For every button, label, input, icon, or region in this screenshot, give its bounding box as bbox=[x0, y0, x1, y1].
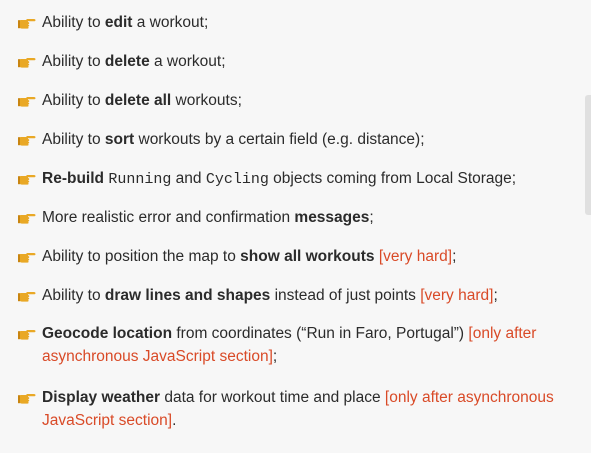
plain-text: ; bbox=[452, 248, 457, 265]
plain-text: and bbox=[171, 170, 206, 187]
list-item-text: Ability to delete a workout; bbox=[42, 50, 578, 73]
emphasis-text: draw lines and shapes bbox=[104, 287, 271, 304]
plain-text: workouts; bbox=[171, 92, 242, 109]
plain-text: . bbox=[172, 412, 177, 429]
difficulty-note: [very hard] bbox=[378, 248, 453, 265]
list-item-text: Re-build Running and Cycling objects com… bbox=[42, 167, 578, 191]
list-item-text: Ability to delete all workouts; bbox=[42, 89, 578, 112]
slide-edge bbox=[585, 95, 591, 215]
emphasis-text: Geocode location bbox=[42, 325, 173, 342]
pointing-hand-icon bbox=[18, 97, 36, 107]
plain-text: Ability to position the map to bbox=[42, 248, 241, 265]
plain-text: workouts by a certain field (e.g. distan… bbox=[134, 131, 425, 148]
emphasis-text: delete bbox=[104, 53, 150, 70]
pointing-hand-icon bbox=[18, 58, 36, 68]
emphasis-text: Display weather bbox=[42, 389, 161, 406]
plain-text: Ability to bbox=[42, 14, 105, 31]
plain-text: a workout; bbox=[149, 53, 226, 70]
plain-text: More realistic error and confirmation bbox=[42, 209, 295, 226]
plain-text: instead of just points bbox=[270, 287, 421, 304]
plain-text: Ability to bbox=[42, 53, 105, 70]
list-item-text: Ability to sort workouts by a certain fi… bbox=[42, 128, 578, 151]
plain-text: ; bbox=[272, 348, 278, 365]
pointing-hand-icon bbox=[18, 330, 36, 340]
plain-text: data for workout time and place bbox=[160, 389, 385, 406]
list-item-text: Ability to edit a workout; bbox=[42, 11, 578, 34]
emphasis-text: Re-build bbox=[42, 170, 104, 187]
plain-text: a workout; bbox=[132, 14, 209, 31]
list-item-text: Ability to position the map to show all … bbox=[42, 245, 578, 268]
difficulty-note: [very hard] bbox=[420, 287, 494, 304]
plain-text: ; bbox=[369, 209, 374, 226]
code-text: Running bbox=[108, 171, 172, 188]
plain-text: Ability to bbox=[42, 131, 105, 148]
code-text: Cycling bbox=[205, 171, 269, 188]
pointing-hand-icon bbox=[18, 214, 36, 224]
pointing-hand-icon bbox=[18, 253, 36, 263]
list-item-text: Display weather data for workout time an… bbox=[42, 386, 578, 432]
list-item-text: Geocode location from coordinates (“Run … bbox=[42, 322, 578, 368]
list-item-text: More realistic error and confirmation me… bbox=[42, 206, 578, 229]
list-item-text: Ability to draw lines and shapes instead… bbox=[42, 284, 578, 307]
pointing-hand-icon bbox=[18, 19, 36, 29]
pointing-hand-icon bbox=[18, 136, 36, 146]
plain-text: Ability to bbox=[42, 287, 105, 304]
pointing-hand-icon bbox=[18, 175, 36, 185]
emphasis-text: delete all bbox=[104, 92, 172, 109]
plain-text: Ability to bbox=[42, 92, 105, 109]
plain-text: ; bbox=[493, 287, 498, 304]
plain-text: from coordinates (“Run in Faro, Portugal… bbox=[172, 325, 469, 342]
pointing-hand-icon bbox=[18, 394, 36, 404]
emphasis-text: show all workouts bbox=[240, 248, 375, 265]
emphasis-text: edit bbox=[104, 14, 133, 31]
emphasis-text: sort bbox=[104, 131, 135, 148]
pointing-hand-icon bbox=[18, 292, 36, 302]
plain-text: objects coming from Local Storage; bbox=[268, 170, 517, 187]
emphasis-text: messages bbox=[294, 209, 370, 226]
